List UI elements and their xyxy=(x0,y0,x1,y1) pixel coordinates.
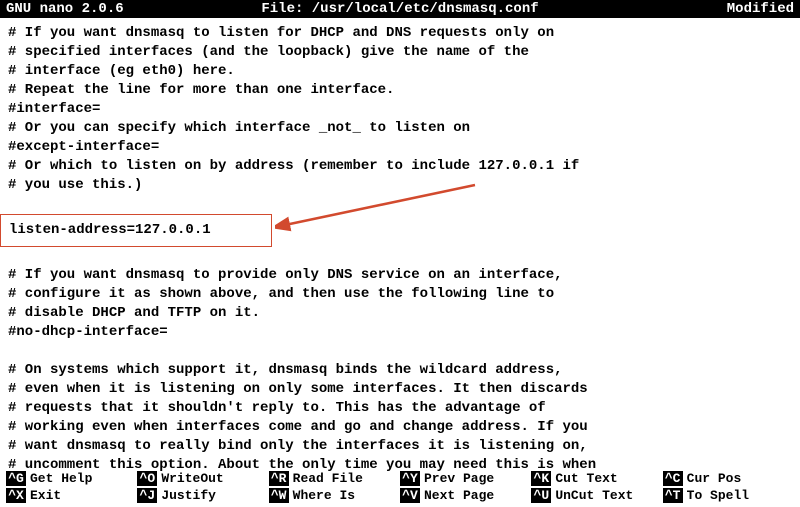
editor-line[interactable]: # you use this.) xyxy=(8,176,792,195)
shortcut-menu: ^G Get Help ^O WriteOut ^R Read File ^Y Prev Pa… xyxy=(6,471,794,503)
shortcut-next-page[interactable]: ^V Next Page xyxy=(400,488,531,503)
keycap: ^O xyxy=(137,471,157,486)
keycap: ^V xyxy=(400,488,420,503)
editor-line[interactable]: # disable DHCP and TFTP on it. xyxy=(8,304,792,323)
shortcut-uncut-text[interactable]: ^U UnCut Text xyxy=(531,488,662,503)
keycap: ^Y xyxy=(400,471,420,486)
shortcut-writeout[interactable]: ^O WriteOut xyxy=(137,471,268,486)
shortcut-label: WriteOut xyxy=(161,471,223,486)
editor-line[interactable]: # If you want dnsmasq to provide only DN… xyxy=(8,266,792,285)
editor-line[interactable]: # Or you can specify which interface _no… xyxy=(8,119,792,138)
shortcut-label: Where Is xyxy=(293,488,355,503)
shortcut-label: Justify xyxy=(161,488,216,503)
shortcut-where-is[interactable]: ^W Where Is xyxy=(269,488,400,503)
editor-line[interactable]: # interface (eg eth0) here. xyxy=(8,62,792,81)
editor-line[interactable]: # want dnsmasq to really bind only the i… xyxy=(8,437,792,456)
editor-content[interactable]: # If you want dnsmasq to listen for DHCP… xyxy=(0,18,800,475)
editor-line[interactable]: # requests that it shouldn't reply to. T… xyxy=(8,399,792,418)
title-bar: GNU nano 2.0.6 File: /usr/local/etc/dnsm… xyxy=(0,0,800,18)
shortcut-justify[interactable]: ^J Justify xyxy=(137,488,268,503)
app-name: GNU nano 2.0.6 xyxy=(6,1,124,17)
editor-line[interactable]: # specified interfaces (and the loopback… xyxy=(8,43,792,62)
editor-line[interactable]: # If you want dnsmasq to listen for DHCP… xyxy=(8,24,792,43)
editor-line[interactable]: # On systems which support it, dnsmasq b… xyxy=(8,361,792,380)
shortcut-cut-text[interactable]: ^K Cut Text xyxy=(531,471,662,486)
shortcut-label: Read File xyxy=(293,471,363,486)
highlighted-line: listen-address=127.0.0.1 xyxy=(0,214,272,247)
keycap: ^K xyxy=(531,471,551,486)
shortcut-cur-pos[interactable]: ^C Cur Pos xyxy=(663,471,794,486)
shortcut-label: Cur Pos xyxy=(687,471,742,486)
modified-status: Modified xyxy=(727,1,794,17)
editor-line[interactable]: # even when it is listening on only some… xyxy=(8,380,792,399)
keycap: ^C xyxy=(663,471,683,486)
editor-line[interactable]: # Or which to listen on by address (reme… xyxy=(8,157,792,176)
shortcut-label: UnCut Text xyxy=(555,488,633,503)
keycap: ^G xyxy=(6,471,26,486)
editor-line[interactable]: # Repeat the line for more than one inte… xyxy=(8,81,792,100)
keycap: ^U xyxy=(531,488,551,503)
shortcut-label: Cut Text xyxy=(555,471,617,486)
shortcut-prev-page[interactable]: ^Y Prev Page xyxy=(400,471,531,486)
shortcut-label: Next Page xyxy=(424,488,494,503)
shortcut-label: Exit xyxy=(30,488,61,503)
editor-line[interactable]: listen-address=127.0.0.1 xyxy=(8,214,792,247)
editor-line[interactable] xyxy=(8,195,792,214)
shortcut-exit[interactable]: ^X Exit xyxy=(6,488,137,503)
editor-line[interactable]: #interface= xyxy=(8,100,792,119)
shortcut-label: Prev Page xyxy=(424,471,494,486)
shortcut-label: To Spell xyxy=(687,488,749,503)
editor-line[interactable] xyxy=(8,342,792,361)
keycap: ^J xyxy=(137,488,157,503)
shortcut-to-spell[interactable]: ^T To Spell xyxy=(663,488,794,503)
editor-line[interactable] xyxy=(8,247,792,266)
keycap: ^T xyxy=(663,488,683,503)
shortcut-label: Get Help xyxy=(30,471,92,486)
keycap: ^W xyxy=(269,488,289,503)
editor-line[interactable]: # configure it as shown above, and then … xyxy=(8,285,792,304)
editor-line[interactable]: # working even when interfaces come and … xyxy=(8,418,792,437)
keycap: ^X xyxy=(6,488,26,503)
shortcut-read-file[interactable]: ^R Read File xyxy=(269,471,400,486)
shortcut-get-help[interactable]: ^G Get Help xyxy=(6,471,137,486)
editor-line[interactable]: #no-dhcp-interface= xyxy=(8,323,792,342)
editor-line[interactable]: #except-interface= xyxy=(8,138,792,157)
keycap: ^R xyxy=(269,471,289,486)
